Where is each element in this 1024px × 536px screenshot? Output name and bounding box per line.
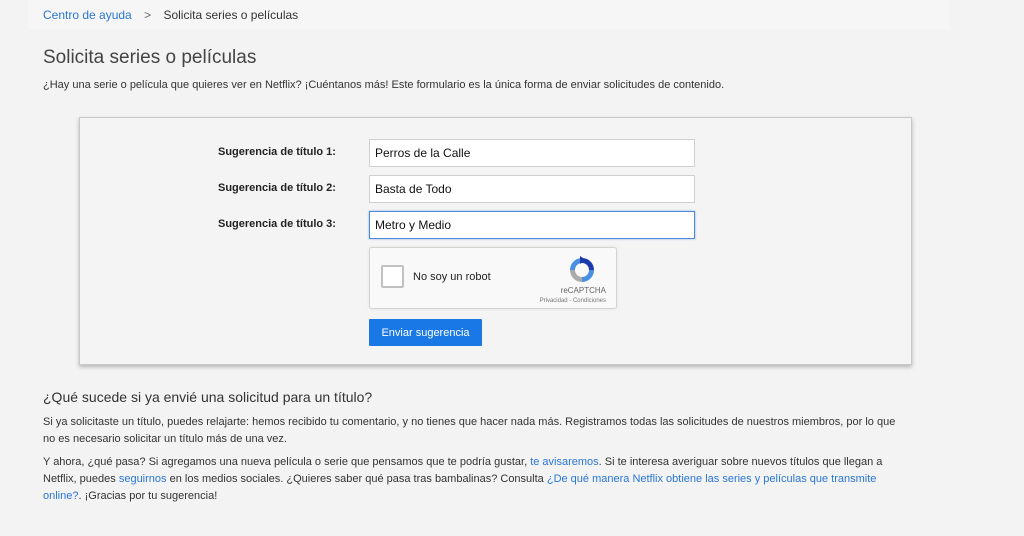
title-suggestion-label-3: Sugerencia de título 3: [218,218,336,230]
title-suggestion-input-3[interactable] [369,211,695,239]
breadcrumb-current: Solicita series o películas [163,8,299,22]
recaptcha-links[interactable]: Privacidad - Condiciones [540,298,606,304]
breadcrumb-separator: > [144,8,152,22]
how-netflix-gets-content-link[interactable]: ¿De qué manera Netflix obtiene las serie… [547,473,877,485]
faq-p2-text-c: Netflix, puedes [43,473,119,485]
notify-link[interactable]: te avisaremos [530,456,598,468]
recaptcha-widget: No soy un robot reCAPTCHA Privacidad - C… [369,247,617,309]
follow-us-link[interactable]: seguirnos [119,473,167,485]
how-netflix-gets-content-link-cont[interactable]: online? [43,490,78,502]
page-title: Solicita series o películas [43,47,257,68]
recaptcha-icon [570,256,594,282]
title-suggestion-input-1[interactable] [369,139,695,167]
faq-p2-text-a: Y ahora, ¿qué pasa? Si agregamos una nue… [43,456,531,468]
request-form: Sugerencia de título 1: Sugerencia de tí… [79,117,912,365]
recaptcha-checkbox[interactable] [381,265,404,288]
title-suggestion-row-2: Sugerencia de título 2: [80,175,911,203]
recaptcha-label: No soy un robot [413,271,491,283]
title-suggestion-row-1: Sugerencia de título 1: [80,139,911,167]
title-suggestion-row-3: Sugerencia de título 3: [80,211,911,239]
submit-suggestion-button[interactable]: Enviar sugerencia [369,319,482,346]
title-suggestion-label-1: Sugerencia de título 1: [218,146,336,158]
faq-paragraph-1: Si ya solicitaste un título, puedes rela… [43,414,943,448]
faq-title: ¿Qué sucede si ya envié una solicitud pa… [43,389,373,405]
title-suggestion-label-2: Sugerencia de título 2: [218,182,336,194]
faq-p2-text-e: . ¡Gracias por tu sugerencia! [78,490,218,502]
breadcrumb: Centro de ayuda > Solicita series o pelí… [28,0,950,30]
breadcrumb-home-link[interactable]: Centro de ayuda [43,8,132,22]
title-suggestion-input-2[interactable] [369,175,695,203]
faq-paragraph-2: Y ahora, ¿qué pasa? Si agregamos una nue… [43,454,943,505]
recaptcha-brand: reCAPTCHA [560,286,606,295]
faq-p2-text-d: en los medios sociales. ¿Quieres saber q… [166,473,547,485]
page-intro: ¿Hay una serie o película que quieres ve… [43,79,725,91]
faq-p1-line1: Si ya solicitaste un título, puedes rela… [43,416,896,428]
faq-p2-text-b: . Si te interesa averiguar sobre nuevos … [598,456,883,468]
faq-p1-line2: no es necesario solicitar un título más … [43,433,287,445]
